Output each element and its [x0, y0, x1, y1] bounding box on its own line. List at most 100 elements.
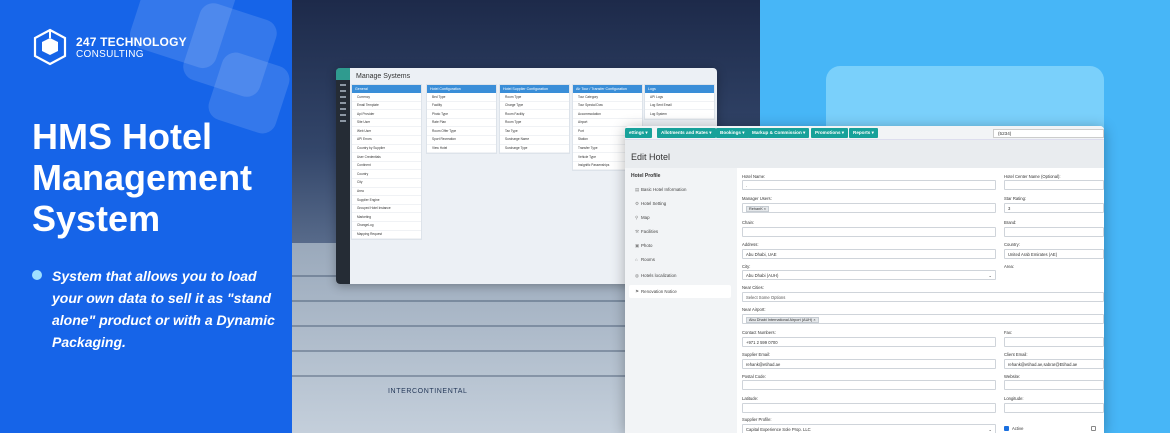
sidebar-item-localization[interactable]: ◍ Hotels localization — [629, 269, 731, 282]
menu-markup[interactable]: Markup & Commission ▾ — [748, 128, 810, 138]
sidebar-title: Hotel Profile — [631, 173, 661, 179]
extra-checkbox[interactable] — [1091, 426, 1096, 431]
country-input[interactable]: United Arab Emirates (AE) — [1004, 249, 1104, 259]
config-link[interactable]: Room Facility — [500, 110, 569, 119]
bullet-dot-icon — [32, 270, 42, 280]
config-link[interactable]: Room Offer Type — [427, 127, 496, 136]
brand-name: 247 TECHNOLOGY — [76, 34, 187, 49]
supplier-email-input[interactable]: rehank@etihad.ae — [742, 359, 996, 369]
config-link[interactable]: Surcharge Type — [500, 145, 569, 154]
near-cities-input[interactable]: Select Some Options — [742, 292, 1104, 302]
airport-tag[interactable]: Abu Dhabi International Airport (AUH) × — [746, 317, 819, 323]
headline: HMS Hotel Management System — [32, 116, 253, 239]
config-column: Hotel Configuration Bed Type Facility Photo… — [426, 84, 497, 155]
menu-promotions[interactable]: Promotions ▾ — [811, 128, 849, 138]
edit-hotel-window: ettings ▾ Allotments and Rates ▾ Booking… — [625, 126, 1104, 433]
feature-bullet: System that allows you to load your own … — [32, 265, 282, 353]
menu-reports[interactable]: Reports ▾ — [849, 128, 878, 138]
config-link[interactable]: Web User — [352, 127, 421, 136]
config-link[interactable]: Log Sent Email — [645, 102, 714, 111]
column-header: General — [352, 85, 421, 93]
star-input[interactable]: 3 — [1004, 203, 1104, 213]
config-link[interactable]: City — [352, 179, 421, 188]
address-label: Address: — [742, 242, 759, 247]
top-menu: ettings ▾ Allotments and Rates ▾ Booking… — [625, 126, 1104, 140]
config-link[interactable]: View Hotel — [427, 145, 496, 154]
config-link[interactable]: Marketing — [352, 213, 421, 222]
config-link[interactable]: Mapping Request — [352, 231, 421, 240]
config-link[interactable]: Sport Recreation — [427, 136, 496, 145]
hotel-select[interactable]: (5234) — [993, 129, 1104, 138]
config-link[interactable]: Email Template — [352, 102, 421, 111]
postal-input[interactable] — [742, 380, 996, 390]
config-link[interactable]: Charge Type — [500, 102, 569, 111]
sidebar-item-renovation[interactable]: ⚑ Renovation Notice — [629, 285, 731, 298]
area-label: Area: — [1004, 264, 1015, 269]
config-link[interactable]: Grouped Hotel Instance — [352, 205, 421, 214]
longitude-label: Longitude: — [1004, 396, 1024, 401]
chevron-down-icon: ⌄ — [988, 273, 992, 278]
sidebar-item-map[interactable]: ⚲ Map — [629, 211, 731, 224]
active-checkbox[interactable] — [1004, 426, 1009, 431]
chain-input[interactable] — [742, 227, 996, 237]
contact-input[interactable]: +971 2 599 0700 — [742, 337, 996, 347]
config-link[interactable]: Photo Type — [427, 110, 496, 119]
website-input[interactable] — [1004, 380, 1104, 390]
config-link[interactable]: Site User — [352, 119, 421, 128]
cube-logo-icon — [33, 28, 67, 66]
config-link[interactable]: Api Provider — [352, 110, 421, 119]
chevron-down-icon: ⌄ — [988, 427, 992, 432]
column-header: Hotel Configuration — [427, 85, 496, 93]
config-link[interactable]: Accommodation — [573, 110, 642, 119]
address-input[interactable]: Abu Dhabi, UAE — [742, 249, 996, 259]
app-logo-icon[interactable] — [336, 68, 350, 80]
brand-input[interactable] — [1004, 227, 1104, 237]
brand-subname: CONSULTING — [76, 48, 144, 60]
hotel-center-input[interactable] — [1004, 180, 1104, 190]
config-link[interactable]: Room Type — [500, 93, 569, 102]
hotel-name-input[interactable]: . — [742, 180, 996, 190]
client-email-input[interactable]: rehank@etihad.ae,sabrar@Etihad.ae — [1004, 359, 1104, 369]
config-link[interactable]: Country by Supplier — [352, 145, 421, 154]
near-airport-input[interactable]: Abu Dhabi International Airport (AUH) × — [742, 314, 1104, 324]
menu-bookings[interactable]: Bookings ▾ — [716, 128, 749, 138]
config-link[interactable]: Tour Special Dow — [573, 102, 642, 111]
fax-input[interactable] — [1004, 337, 1104, 347]
supplier-profile-select[interactable]: Capital Experience Sole Prop. LLC ⌄ — [742, 424, 996, 433]
city-select[interactable]: Abu Dhabi (AUH) ⌄ — [742, 270, 996, 280]
company-logo[interactable]: 247 TECHNOLOGY CONSULTING — [32, 28, 187, 66]
manager-tag[interactable]: RehanK × — [746, 206, 769, 212]
config-link[interactable]: User Credentials — [352, 153, 421, 162]
sidebar-item-basic-info[interactable]: ▤ Basic Hotel Information — [629, 183, 731, 196]
config-link[interactable]: API Logs — [645, 93, 714, 102]
config-link[interactable]: Facility — [427, 102, 496, 111]
bullet-text: System that allows you to load your own … — [52, 268, 275, 350]
menu-settings[interactable]: ettings ▾ — [625, 128, 652, 138]
hotel-name-label: Hotel Name: — [742, 174, 766, 179]
sidebar-item-facilities[interactable]: ⚒ Facilities — [629, 225, 731, 238]
config-link[interactable]: Currency — [352, 93, 421, 102]
config-link[interactable]: ChangeLog — [352, 222, 421, 231]
config-link[interactable]: Continent — [352, 162, 421, 171]
config-link[interactable]: Supplier Engine — [352, 196, 421, 205]
column-header: Logs — [645, 85, 714, 93]
latitude-input[interactable] — [742, 403, 996, 413]
config-link[interactable]: Country — [352, 170, 421, 179]
config-link[interactable]: Rate Plan — [427, 119, 496, 128]
chain-label: Chain: — [742, 220, 755, 225]
config-link[interactable]: Room Type — [500, 119, 569, 128]
config-link[interactable]: Surcharge Name — [500, 136, 569, 145]
config-link[interactable]: Tour Category — [573, 93, 642, 102]
menu-allotments[interactable]: Allotments and Rates ▾ — [657, 128, 716, 138]
sidebar-item-photo[interactable]: ▣ Photo — [629, 239, 731, 252]
longitude-input[interactable] — [1004, 403, 1104, 413]
config-link[interactable]: API Errors — [352, 136, 421, 145]
config-link[interactable]: Log System — [645, 110, 714, 119]
config-link[interactable]: Area — [352, 188, 421, 197]
sidebar-item-rooms[interactable]: ⌂ Rooms — [629, 253, 731, 266]
postal-label: Postal Code: — [742, 374, 766, 379]
manager-input[interactable]: RehanK × — [742, 203, 996, 213]
config-link[interactable]: Tax Type — [500, 127, 569, 136]
config-link[interactable]: Bed Type — [427, 93, 496, 102]
sidebar-item-hotel-setting[interactable]: ⚙ Hotel Setting — [629, 197, 731, 210]
